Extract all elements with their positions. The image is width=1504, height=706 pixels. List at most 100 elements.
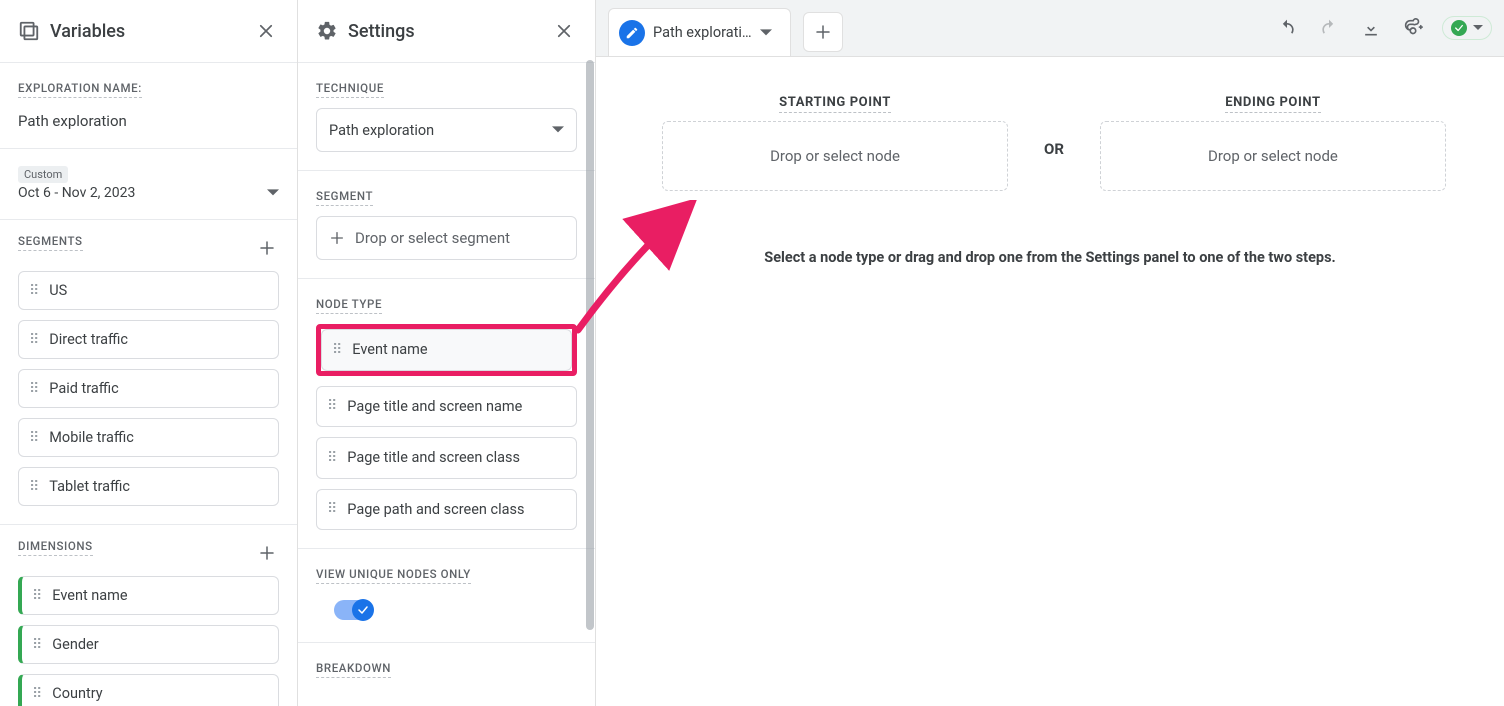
close-variables-button[interactable] xyxy=(253,18,279,44)
variables-header: Variables xyxy=(0,0,297,63)
dropdown-icon xyxy=(1473,23,1483,33)
share-button[interactable] xyxy=(1400,15,1426,41)
starting-point-placeholder: Drop or select node xyxy=(770,147,900,165)
segment-drop[interactable]: Drop or select segment xyxy=(316,216,577,260)
variables-title: Variables xyxy=(50,21,243,42)
nodetype-chip[interactable]: ⠿Page title and screen class xyxy=(316,437,577,479)
nodetype-label: NODE TYPE xyxy=(316,297,382,314)
unique-nodes-section: VIEW UNIQUE NODES ONLY xyxy=(298,549,595,643)
segments-label: SEGMENTS xyxy=(18,234,83,251)
segment-chip[interactable]: ⠿ Mobile traffic xyxy=(18,418,279,457)
plus-icon xyxy=(329,230,345,246)
gear-icon xyxy=(316,20,338,42)
download-button[interactable] xyxy=(1358,15,1384,41)
segment-chip-label: Paid traffic xyxy=(49,380,118,397)
toggle-knob-icon xyxy=(352,599,374,621)
nodes-row: STARTING POINT Drop or select node OR EN… xyxy=(662,91,1474,191)
check-icon xyxy=(1451,20,1467,36)
segment-chip[interactable]: ⠿Tablet traffic xyxy=(18,467,279,506)
starting-point-label: STARTING POINT xyxy=(779,95,891,113)
nodetype-chip-label: Page title and screen name xyxy=(347,397,522,417)
technique-value: Path exploration xyxy=(329,122,434,139)
dimension-chip-label: Country xyxy=(52,685,102,702)
segment-chip[interactable]: ⠿ Direct traffic xyxy=(18,320,279,359)
nodetype-chip-label: Page path and screen class xyxy=(347,500,524,520)
dimension-chip-label: Event name xyxy=(52,587,127,604)
tab-path-exploration[interactable]: Path explorati… xyxy=(608,8,791,56)
segment-chip-label: Mobile traffic xyxy=(49,429,134,446)
technique-label: TECHNIQUE xyxy=(316,81,384,98)
ending-point-label: ENDING POINT xyxy=(1225,95,1320,113)
dimension-chip[interactable]: ⠿ Gender xyxy=(18,625,279,664)
starting-point-wrap: STARTING POINT Drop or select node xyxy=(662,91,1008,191)
dimension-chip-label: Gender xyxy=(52,636,98,653)
drag-handle-icon: ⠿ xyxy=(327,399,337,413)
drag-handle-icon: ⠿ xyxy=(32,638,42,652)
scrollbar[interactable] xyxy=(586,60,594,630)
status-pill[interactable] xyxy=(1442,16,1492,40)
variables-panel: Variables EXPLORATION NAME: Path explora… xyxy=(0,0,298,706)
nodetype-chip[interactable]: ⠿ Event name xyxy=(321,329,572,371)
settings-scroll[interactable]: TECHNIQUE Path exploration SEGMENT Drop … xyxy=(298,63,595,706)
ending-point-wrap: ENDING POINT Drop or select node xyxy=(1100,91,1446,191)
segment-chip-label: US xyxy=(49,282,67,299)
segment-chip[interactable]: ⠿ Paid traffic xyxy=(18,369,279,408)
dimension-chip[interactable]: ⠿ Country xyxy=(18,674,279,706)
or-separator: OR xyxy=(1044,140,1064,158)
segment-chip[interactable]: ⠿ US xyxy=(18,271,279,310)
canvas-help-text: Select a node type or drag and drop one … xyxy=(626,249,1474,266)
redo-button xyxy=(1316,15,1342,41)
add-dimension-button[interactable] xyxy=(255,541,279,565)
drag-handle-icon: ⠿ xyxy=(32,687,42,701)
date-range-section[interactable]: Custom Oct 6 - Nov 2, 2023 xyxy=(0,149,297,220)
exploration-name-value[interactable]: Path exploration xyxy=(18,112,279,130)
nodetype-chip[interactable]: ⠿ Page path and screen class xyxy=(316,489,577,531)
segment-label: SEGMENT xyxy=(316,189,373,206)
nodetype-chip-label: Page title and screen class xyxy=(347,448,520,468)
technique-section: TECHNIQUE Path exploration xyxy=(298,63,595,171)
segment-drop-text: Drop or select segment xyxy=(355,229,510,247)
dimensions-label: DIMENSIONS xyxy=(18,539,93,556)
tab-title: Path explorati… xyxy=(653,24,752,41)
nodetype-section: NODE TYPE ⠿ Event name ⠿Page title and s… xyxy=(298,279,595,549)
canvas-body: STARTING POINT Drop or select node OR EN… xyxy=(596,56,1504,706)
dimensions-section: DIMENSIONS ⠿ Event name ⠿ Gender ⠿ Country xyxy=(0,525,297,706)
nodetype-chip[interactable]: ⠿ Page title and screen name xyxy=(316,386,577,428)
segment-chip-label: Direct traffic xyxy=(49,331,128,348)
drag-handle-icon: ⠿ xyxy=(29,382,39,396)
dropdown-icon[interactable] xyxy=(760,27,778,39)
ending-point-drop[interactable]: Drop or select node xyxy=(1100,121,1446,191)
breakdown-section: BREAKDOWN xyxy=(298,643,595,706)
undo-button[interactable] xyxy=(1274,15,1300,41)
breakdown-label: BREAKDOWN xyxy=(316,661,391,678)
segment-section: SEGMENT Drop or select segment xyxy=(298,171,595,279)
exploration-name-label: EXPLORATION NAME: xyxy=(18,81,142,98)
drag-handle-icon: ⠿ xyxy=(29,284,39,298)
drag-handle-icon: ⠿ xyxy=(29,431,39,445)
starting-point-drop[interactable]: Drop or select node xyxy=(662,121,1008,191)
date-range-badge: Custom xyxy=(18,166,68,183)
variables-icon xyxy=(18,20,40,42)
technique-select[interactable]: Path exploration xyxy=(316,108,577,152)
drag-handle-icon: ⠿ xyxy=(332,343,342,357)
settings-header: Settings xyxy=(298,0,595,63)
dropdown-icon xyxy=(552,124,564,136)
add-tab-button[interactable] xyxy=(803,12,843,52)
add-segment-button[interactable] xyxy=(255,236,279,260)
ending-point-placeholder: Drop or select node xyxy=(1208,147,1338,165)
drag-handle-icon: ⠿ xyxy=(32,589,42,603)
tab-bar: Path explorati… xyxy=(596,0,1504,56)
drag-handle-icon: ⠿ xyxy=(327,502,337,516)
nodetype-chip-label: Event name xyxy=(352,340,427,360)
unique-nodes-label: VIEW UNIQUE NODES ONLY xyxy=(316,567,471,584)
dimension-chip[interactable]: ⠿ Event name xyxy=(18,576,279,615)
unique-nodes-toggle[interactable] xyxy=(334,600,372,620)
close-settings-button[interactable] xyxy=(551,18,577,44)
exploration-canvas: Path explorati… STARTING POINT xyxy=(596,0,1504,706)
variables-scroll[interactable]: EXPLORATION NAME: Path exploration Custo… xyxy=(0,63,297,706)
exploration-name-section: EXPLORATION NAME: Path exploration xyxy=(0,63,297,149)
settings-title: Settings xyxy=(348,21,541,42)
drag-handle-icon: ⠿ xyxy=(29,333,39,347)
pencil-icon xyxy=(619,20,645,46)
drag-handle-icon: ⠿ xyxy=(29,480,39,494)
